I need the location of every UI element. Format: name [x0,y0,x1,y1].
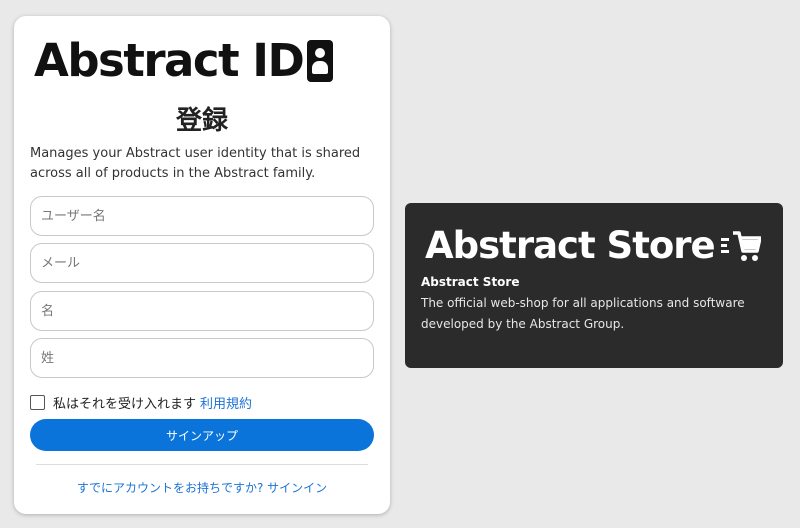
terms-link[interactable]: 利用規約 [200,393,252,412]
signup-description: Manages your Abstract user identity that… [30,146,361,181]
abstract-id-logo: Abstract ID [34,34,334,87]
last-name-input[interactable] [30,338,374,378]
store-description: The official web-shop for all applicatio… [421,296,745,331]
signup-button[interactable]: サインアップ [30,419,374,451]
divider [36,464,368,465]
abstract-store-logo: Abstract Store [425,223,761,269]
signup-card: Abstract ID 登録 Manages your Abstract use… [14,16,390,514]
store-name: Abstract Store [421,275,520,289]
terms-checkbox[interactable] [30,394,45,410]
store-wordmark: Abstract Store [425,224,716,267]
cart-icon [720,231,761,261]
username-input[interactable] [30,196,374,236]
signin-link[interactable]: すでにアカウントをお持ちですか? サインイン [14,479,390,496]
brand-wordmark: Abstract ID [34,34,305,87]
terms-consent: 私はそれを受け入れます 利用規約 [30,393,252,412]
consent-label: 私はそれを受け入れます [53,396,197,412]
email-input[interactable] [30,243,374,283]
first-name-input[interactable] [30,291,374,331]
id-badge-icon [307,40,334,82]
page-title: 登録 [175,106,228,136]
store-card[interactable]: Abstract Store Abstract Store The offici… [405,203,783,368]
